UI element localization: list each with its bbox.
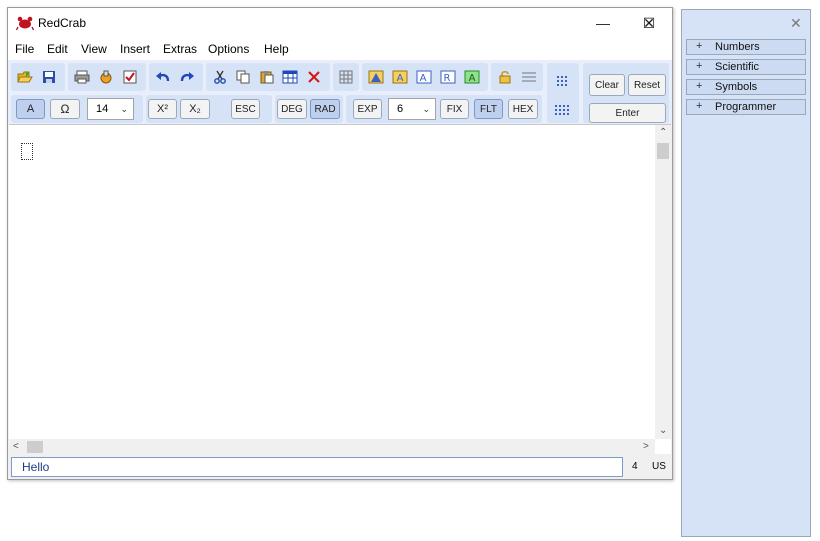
exp-button[interactable]: EXP [353, 99, 382, 119]
scroll-left-icon[interactable]: < [13, 441, 19, 452]
title-bar: RedCrab — ☐ [8, 8, 672, 38]
chart-c-icon[interactable]: A [413, 66, 435, 88]
expand-icon: + [696, 60, 703, 72]
side-item-numbers[interactable]: + Numbers [686, 39, 806, 55]
menu-bar: File Edit View Insert Extras Options Hel… [8, 38, 672, 60]
vertical-scroll-thumb[interactable] [657, 143, 669, 159]
status-bar: Hello 4 US [8, 454, 672, 479]
expand-icon: + [696, 100, 703, 112]
svg-text:A: A [469, 73, 476, 84]
print-icon[interactable] [71, 66, 93, 88]
window-title: RedCrab [38, 16, 87, 30]
lines-icon[interactable] [518, 66, 540, 88]
chevron-down-icon: ⌄ [422, 104, 430, 114]
side-item-label: Numbers [715, 41, 760, 53]
copy-icon[interactable] [232, 66, 254, 88]
horizontal-scrollbar[interactable]: < > [9, 439, 655, 455]
svg-text:A: A [397, 73, 404, 84]
fix-button[interactable]: FIX [440, 99, 469, 119]
editor-canvas[interactable]: ⌃ ⌄ < > [9, 124, 671, 455]
grid-icon[interactable] [335, 66, 357, 88]
hex-button[interactable]: HEX [508, 99, 538, 119]
status-locale: US [652, 461, 666, 472]
menu-view[interactable]: View [81, 42, 107, 56]
menu-extras[interactable]: Extras [163, 42, 197, 56]
minimize-button[interactable]: — [580, 8, 626, 38]
expand-icon: + [696, 80, 703, 92]
chart-b-icon[interactable]: A [389, 66, 411, 88]
close-button[interactable]: ✕ [626, 8, 672, 38]
main-window: RedCrab — ☐ ✕ File Edit View Insert Extr… [7, 7, 673, 480]
side-item-scientific[interactable]: + Scientific [686, 59, 806, 75]
enter-button[interactable]: Enter [589, 103, 666, 123]
delete-icon[interactable] [303, 66, 325, 88]
chart-a-icon[interactable] [365, 66, 387, 88]
close-icon[interactable]: ✕ [790, 15, 802, 32]
keypad-large-icon[interactable] [552, 100, 574, 122]
undo-icon[interactable] [152, 66, 174, 88]
menu-edit[interactable]: Edit [47, 42, 68, 56]
scroll-right-icon[interactable]: > [643, 441, 649, 452]
status-count: 4 [632, 461, 638, 472]
svg-text:A: A [420, 73, 427, 84]
subscript-button[interactable]: X₂ [180, 99, 210, 119]
side-panel: ✕ + Numbers + Scientific + Symbols + Pro… [681, 9, 811, 537]
scroll-down-icon[interactable]: ⌄ [659, 425, 667, 436]
print-setup-icon[interactable] [95, 66, 117, 88]
close-icon: ✕ [643, 14, 655, 31]
deg-button[interactable]: DEG [277, 99, 307, 119]
toolbar: A A R A A Ω 14 ⌄ X² X₂ ESC DEG RAD EXP 6 ⌄… [8, 60, 672, 126]
flt-button[interactable]: FLT [474, 99, 503, 119]
menu-insert[interactable]: Insert [120, 42, 150, 56]
side-item-programmer[interactable]: + Programmer [686, 99, 806, 115]
esc-button[interactable]: ESC [231, 99, 260, 119]
rad-button[interactable]: RAD [310, 99, 340, 119]
font-button[interactable]: A [16, 99, 45, 119]
horizontal-scroll-thumb[interactable] [27, 441, 43, 453]
redcrab-app-icon [16, 16, 34, 31]
side-item-symbols[interactable]: + Symbols [686, 79, 806, 95]
scroll-up-icon[interactable]: ⌃ [659, 127, 667, 138]
side-item-label: Symbols [715, 81, 758, 93]
save-icon[interactable] [38, 66, 60, 88]
chevron-down-icon: ⌄ [120, 104, 128, 114]
side-item-label: Programmer [715, 101, 777, 113]
reset-button[interactable]: Reset [628, 74, 666, 96]
table-icon[interactable] [279, 66, 301, 88]
open-icon[interactable] [14, 66, 36, 88]
precision-select[interactable]: 6 ⌄ [388, 98, 436, 120]
svg-text:R: R [444, 73, 451, 84]
superscript-button[interactable]: X² [148, 99, 177, 119]
expand-icon: + [696, 40, 703, 52]
menu-help[interactable]: Help [264, 42, 289, 56]
font-size-select[interactable]: 14 ⌄ [87, 98, 134, 120]
cut-icon[interactable] [209, 66, 231, 88]
vertical-scrollbar[interactable]: ⌃ ⌄ [655, 125, 671, 439]
clear-button[interactable]: Clear [589, 74, 625, 96]
menu-options[interactable]: Options [208, 42, 249, 56]
paste-icon[interactable] [256, 66, 278, 88]
chart-g-icon[interactable]: A [461, 66, 483, 88]
input-cursor-box[interactable] [21, 143, 33, 160]
redo-icon[interactable] [176, 66, 198, 88]
minimize-icon: — [596, 15, 610, 31]
menu-file[interactable]: File [15, 42, 34, 56]
keypad-small-icon[interactable] [552, 70, 574, 92]
check-icon[interactable] [119, 66, 141, 88]
symbol-button[interactable]: Ω [50, 99, 80, 119]
side-item-label: Scientific [715, 61, 760, 73]
lock-icon[interactable] [494, 66, 516, 88]
command-input[interactable]: Hello [11, 457, 623, 477]
chart-r-icon[interactable]: R [437, 66, 459, 88]
